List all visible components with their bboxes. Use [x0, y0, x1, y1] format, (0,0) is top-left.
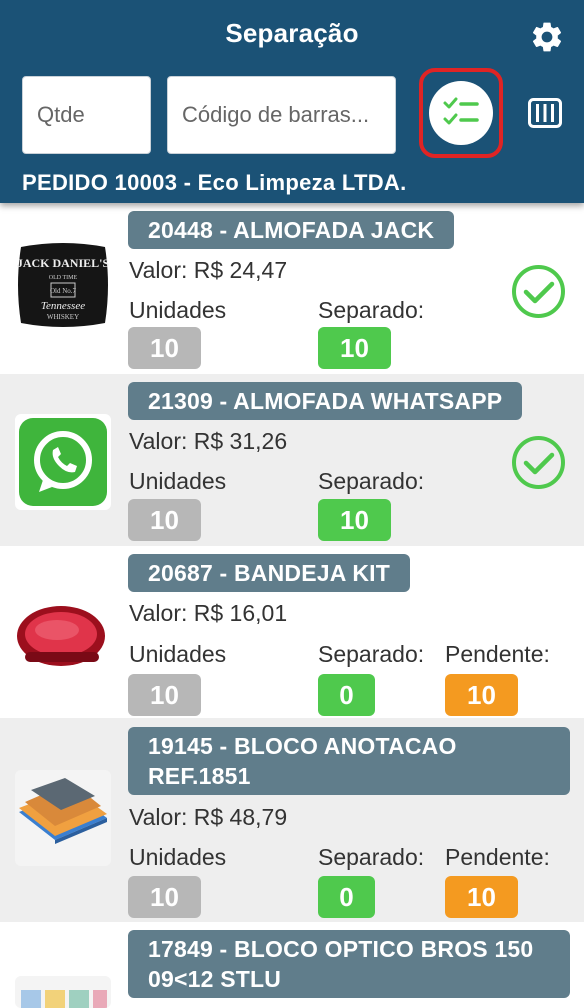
list-item[interactable]: 19145 - BLOCO ANOTACAO REF.1851 Valor: R…	[0, 718, 584, 922]
separated-count: 0	[318, 674, 375, 716]
svg-text:Tennessee: Tennessee	[41, 300, 85, 312]
gear-icon[interactable]	[529, 19, 565, 55]
checklist-icon	[443, 97, 479, 125]
quantity-input[interactable]	[22, 76, 151, 154]
barcode-icon[interactable]	[528, 98, 562, 128]
page-title: Separação	[225, 18, 359, 48]
separated-label: Separado:	[318, 641, 425, 667]
check-circle-icon	[512, 436, 565, 489]
separated-label: Separado:	[318, 844, 425, 870]
product-name-badge: 20448 - ALMOFADA JACK	[128, 211, 455, 249]
checklist-button-highlight[interactable]	[419, 68, 503, 158]
separated-count: 0	[318, 876, 375, 918]
checklist-button[interactable]	[429, 81, 493, 145]
check-circle-icon	[512, 265, 565, 318]
units-count: 10	[128, 674, 201, 716]
pending-count: 10	[445, 674, 518, 716]
product-value: Valor: R$ 16,01	[129, 600, 288, 626]
product-value: Valor: R$ 31,26	[129, 428, 288, 454]
units-label: Unidades	[129, 844, 227, 870]
units-count: 10	[128, 876, 201, 918]
product-name-badge: 17849 - BLOCO OPTICO BROS 150 09<12 STLU	[128, 930, 570, 998]
list-item[interactable]: 20687 - BANDEJA KIT Valor: R$ 16,01 Unid…	[0, 546, 584, 718]
product-name-badge: 20687 - BANDEJA KIT	[128, 554, 410, 592]
product-image-jack-daniels-pillow: JACK DANIEL'S OLD TIME Old No.7 Tennesse…	[15, 237, 111, 333]
product-name-badge: 19145 - BLOCO ANOTACAO REF.1851	[128, 727, 570, 795]
units-count: 10	[128, 327, 201, 369]
separated-count: 10	[318, 499, 391, 541]
separated-count: 10	[318, 327, 391, 369]
separated-label: Separado:	[318, 297, 425, 323]
product-value: Valor: R$ 48,79	[129, 804, 288, 830]
svg-text:OLD TIME: OLD TIME	[49, 275, 78, 281]
app-header: Separação PEDIDO 10003 - Eco Limpeza LTD…	[0, 0, 584, 203]
product-name-badge: 21309 - ALMOFADA WHATSAPP	[128, 382, 523, 420]
units-label: Unidades	[129, 468, 227, 494]
pending-label: Pendente:	[445, 844, 550, 870]
barcode-input[interactable]	[167, 76, 396, 154]
list-item[interactable]: JACK DANIEL'S OLD TIME Old No.7 Tennesse…	[0, 203, 584, 374]
product-image-optical-block	[15, 976, 111, 1008]
separated-label: Separado:	[318, 468, 425, 494]
list-item[interactable]: 21309 - ALMOFADA WHATSAPP Valor: R$ 31,2…	[0, 374, 584, 546]
units-label: Unidades	[129, 641, 227, 667]
svg-text:Old No.7: Old No.7	[50, 287, 77, 295]
units-label: Unidades	[129, 297, 227, 323]
order-title: PEDIDO 10003 - Eco Limpeza LTDA.	[22, 170, 407, 195]
product-image-whatsapp-pillow	[15, 414, 111, 510]
svg-text:JACK DANIEL'S: JACK DANIEL'S	[17, 256, 110, 270]
pending-count: 10	[445, 876, 518, 918]
pending-label: Pendente:	[445, 641, 550, 667]
product-image-red-tray	[15, 586, 111, 682]
svg-text:WHISKEY: WHISKEY	[47, 313, 79, 321]
product-value: Valor: R$ 24,47	[129, 257, 288, 283]
units-count: 10	[128, 499, 201, 541]
list-item[interactable]: 17849 - BLOCO OPTICO BROS 150 09<12 STLU	[0, 922, 584, 1008]
product-image-notebook-block	[15, 770, 111, 866]
